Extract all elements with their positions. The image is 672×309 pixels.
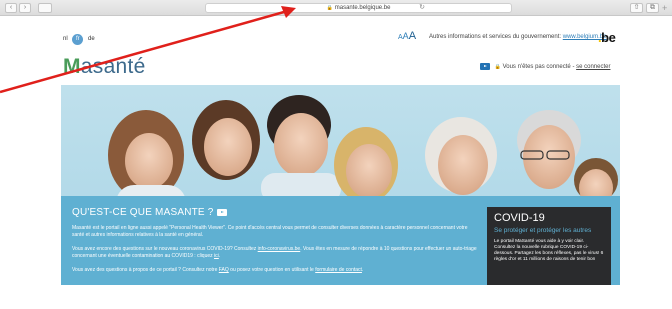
address-bar[interactable]: 🔒 masante.belgique.be ↻ (205, 3, 512, 13)
reload-icon[interactable]: ↻ (419, 4, 425, 12)
forward-button[interactable]: › (19, 3, 31, 13)
covid-title: COVID-19 (494, 212, 545, 224)
video-icon[interactable] (216, 208, 227, 216)
lock-icon: 🔒 (326, 5, 333, 11)
contact-form-link[interactable]: formulaire de contact (315, 267, 362, 273)
video-icon[interactable] (480, 63, 490, 70)
back-button[interactable]: ‹ (5, 3, 17, 13)
panel-title: QU'EST-CE QUE MASANTE ? (72, 207, 227, 218)
covid-subtitle[interactable]: Se protéger et protéger les autres (494, 227, 604, 235)
tabs-icon[interactable]: ⧉ (646, 3, 659, 13)
login-status: 🔒 Vous n'êtes pas connecté - se connecte… (480, 63, 610, 70)
new-tab-icon[interactable]: + (662, 4, 667, 13)
url-text: masante.belgique.be (334, 5, 391, 11)
be-logo[interactable]: .be (598, 30, 616, 45)
share-icon[interactable]: ⇧ (630, 3, 643, 13)
panel-paragraph-1: Masanté est le portail en ligne aussi ap… (72, 225, 468, 238)
gov-info: Autres informations et services du gouve… (429, 34, 607, 40)
browser-toolbar: ‹ › 🔒 masante.belgique.be ↻ ⇧ ⧉ + (0, 0, 672, 16)
lang-nl-link[interactable]: nl (63, 36, 68, 42)
masante-logo[interactable]: Masanté (63, 55, 146, 79)
font-size-controls: AAA (398, 30, 416, 42)
faq-link[interactable]: FAQ (219, 267, 229, 273)
lock-icon: 🔒 (494, 64, 501, 71)
login-link[interactable]: se connecter (576, 64, 610, 70)
covid-body: Le portail MaSanté vous aide à y voir cl… (494, 238, 604, 263)
lang-fr-active[interactable]: fr (72, 34, 84, 45)
sidebar-icon[interactable] (38, 3, 52, 13)
info-coronavirus-link[interactable]: info-coronavirus.be (258, 246, 301, 252)
language-switcher: nl fr de (63, 34, 95, 45)
font-large-button[interactable]: A (409, 30, 416, 42)
covid-box[interactable]: COVID-19 Se protéger et protéger les aut… (487, 207, 611, 285)
lang-de-link[interactable]: de (88, 36, 95, 42)
panel-paragraph-3: Vous avez des questions à propos de ce p… (72, 267, 364, 273)
panel-paragraph-2: Vous avez encore des questions sur le no… (72, 246, 477, 259)
